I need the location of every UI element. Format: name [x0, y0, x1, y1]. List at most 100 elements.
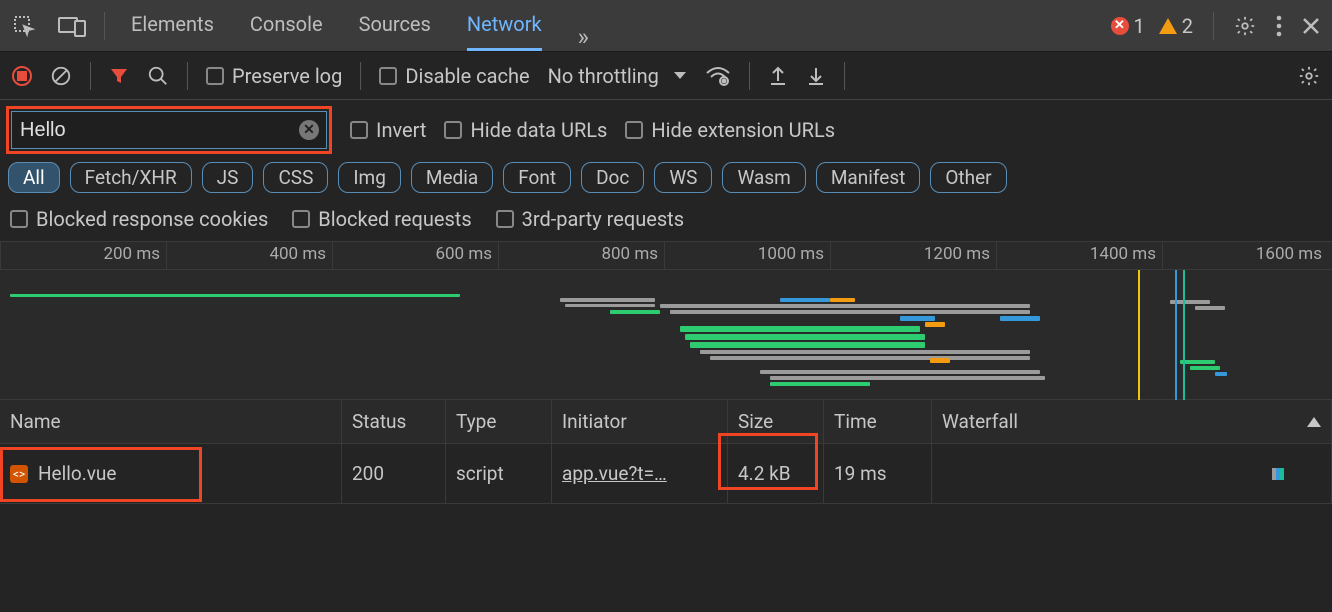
tick-label: 200 ms	[103, 244, 160, 264]
clear-button[interactable]	[50, 65, 72, 87]
chip-manifest[interactable]: Manifest	[816, 162, 921, 193]
tick-label: 800 ms	[601, 244, 658, 264]
request-table: Name Status Type Initiator Size Time Wat…	[0, 400, 1332, 504]
issue-counters: ✕ 1 2	[1111, 14, 1194, 38]
export-har-icon[interactable]	[768, 65, 788, 87]
load-line	[1175, 270, 1177, 400]
disable-cache-checkbox[interactable]: Disable cache	[379, 64, 529, 88]
chip-font[interactable]: Font	[503, 162, 571, 193]
dom-content-loaded-line	[1138, 270, 1140, 400]
import-har-icon[interactable]	[806, 65, 826, 87]
search-icon[interactable]	[147, 65, 169, 87]
tab-sources[interactable]: Sources	[359, 0, 431, 51]
tab-elements[interactable]: Elements	[131, 0, 214, 51]
timeline-overview[interactable]: 200 ms 400 ms 600 ms 800 ms 1000 ms 1200…	[0, 242, 1332, 400]
timeline-bars	[0, 270, 1332, 400]
cell-initiator[interactable]: app.vue?t=…	[552, 444, 728, 504]
script-file-icon: <>	[10, 465, 28, 483]
header-waterfall[interactable]: Waterfall	[932, 400, 1332, 444]
panel-tabs: Elements Console Sources Network »	[131, 0, 589, 51]
sort-ascending-icon	[1307, 417, 1321, 427]
extra-filter-checks: Blocked response cookies Blocked request…	[0, 201, 1332, 242]
network-settings-icon[interactable]	[1298, 65, 1320, 87]
lcp-line	[1183, 270, 1185, 400]
throttling-select[interactable]: No throttling	[548, 64, 687, 88]
header-status[interactable]: Status	[342, 400, 446, 444]
filter-input-highlight: ✕	[6, 106, 332, 154]
header-type[interactable]: Type	[446, 400, 552, 444]
cell-size: 4.2 kB	[728, 444, 824, 504]
network-conditions-icon[interactable]	[705, 65, 731, 87]
settings-icon[interactable]	[1234, 15, 1256, 37]
header-time[interactable]: Time	[824, 400, 932, 444]
clear-filter-icon[interactable]: ✕	[299, 120, 319, 140]
error-count[interactable]: ✕ 1	[1111, 14, 1145, 38]
checkbox-icon	[625, 121, 643, 139]
chevron-down-icon	[673, 71, 687, 81]
chip-fetch-xhr[interactable]: Fetch/XHR	[70, 162, 192, 193]
chip-img[interactable]: Img	[338, 162, 401, 193]
inspect-element-icon[interactable]	[12, 14, 36, 38]
hide-extension-urls-label: Hide extension URLs	[651, 118, 835, 142]
tick-label: 1200 ms	[924, 244, 990, 264]
third-party-checkbox[interactable]: 3rd-party requests	[496, 207, 684, 231]
tick-label: 1600 ms	[1256, 244, 1322, 264]
blocked-cookies-checkbox[interactable]: Blocked response cookies	[10, 207, 268, 231]
chip-doc[interactable]: Doc	[581, 162, 644, 193]
tick-label: 400 ms	[269, 244, 326, 264]
checkbox-icon	[350, 121, 368, 139]
chip-wasm[interactable]: Wasm	[722, 162, 805, 193]
tab-console[interactable]: Console	[250, 0, 323, 51]
divider	[187, 62, 188, 90]
checkbox-icon	[496, 210, 514, 228]
request-name: Hello.vue	[38, 462, 116, 485]
resource-type-chips: All Fetch/XHR JS CSS Img Media Font Doc …	[0, 158, 1332, 201]
device-toggle-icon[interactable]	[58, 15, 86, 37]
cell-status: 200	[342, 444, 446, 504]
devtools-top-bar: Elements Console Sources Network » ✕ 1 2	[0, 0, 1332, 52]
kebab-menu-icon[interactable]	[1276, 15, 1282, 37]
header-name[interactable]: Name	[0, 400, 342, 444]
header-size[interactable]: Size	[728, 400, 824, 444]
hide-data-urls-checkbox[interactable]: Hide data URLs	[444, 118, 607, 142]
filter-row: ✕ Invert Hide data URLs Hide extension U…	[0, 100, 1332, 158]
cell-time: 19 ms	[824, 444, 932, 504]
header-initiator[interactable]: Initiator	[552, 400, 728, 444]
divider	[360, 62, 361, 90]
checkbox-icon	[206, 67, 224, 85]
blocked-requests-checkbox[interactable]: Blocked requests	[292, 207, 471, 231]
preserve-log-label: Preserve log	[232, 64, 342, 88]
divider	[90, 62, 91, 90]
tick-label: 600 ms	[435, 244, 492, 264]
record-button[interactable]	[12, 66, 32, 86]
invert-checkbox[interactable]: Invert	[350, 118, 426, 142]
chip-ws[interactable]: WS	[654, 162, 712, 193]
initiator-link[interactable]: app.vue?t=…	[562, 462, 667, 485]
disable-cache-label: Disable cache	[405, 64, 529, 88]
chip-css[interactable]: CSS	[263, 162, 328, 193]
chip-js[interactable]: JS	[202, 162, 254, 193]
error-icon: ✕	[1111, 17, 1129, 35]
chip-all[interactable]: All	[8, 162, 60, 193]
chip-media[interactable]: Media	[411, 162, 493, 193]
checkbox-icon	[10, 210, 28, 228]
close-devtools-icon[interactable]	[1302, 17, 1320, 35]
hide-extension-urls-checkbox[interactable]: Hide extension URLs	[625, 118, 835, 142]
more-tabs-button[interactable]: »	[578, 23, 589, 51]
throttling-value: No throttling	[548, 64, 659, 88]
hide-data-urls-label: Hide data URLs	[470, 118, 607, 142]
tab-network[interactable]: Network	[467, 0, 542, 51]
timeline-ruler: 200 ms 400 ms 600 ms 800 ms 1000 ms 1200…	[0, 242, 1332, 270]
chip-other[interactable]: Other	[930, 162, 1006, 193]
filter-input[interactable]	[11, 111, 327, 149]
warning-count[interactable]: 2	[1159, 14, 1193, 38]
filter-toggle-icon[interactable]	[109, 66, 129, 86]
tick-label: 1000 ms	[758, 244, 824, 264]
cell-name[interactable]: <> Hello.vue	[0, 444, 342, 504]
divider	[1213, 12, 1214, 40]
cell-type: script	[446, 444, 552, 504]
header-waterfall-label: Waterfall	[942, 410, 1018, 433]
preserve-log-checkbox[interactable]: Preserve log	[206, 64, 342, 88]
third-party-label: 3rd-party requests	[522, 207, 684, 231]
checkbox-icon	[379, 67, 397, 85]
